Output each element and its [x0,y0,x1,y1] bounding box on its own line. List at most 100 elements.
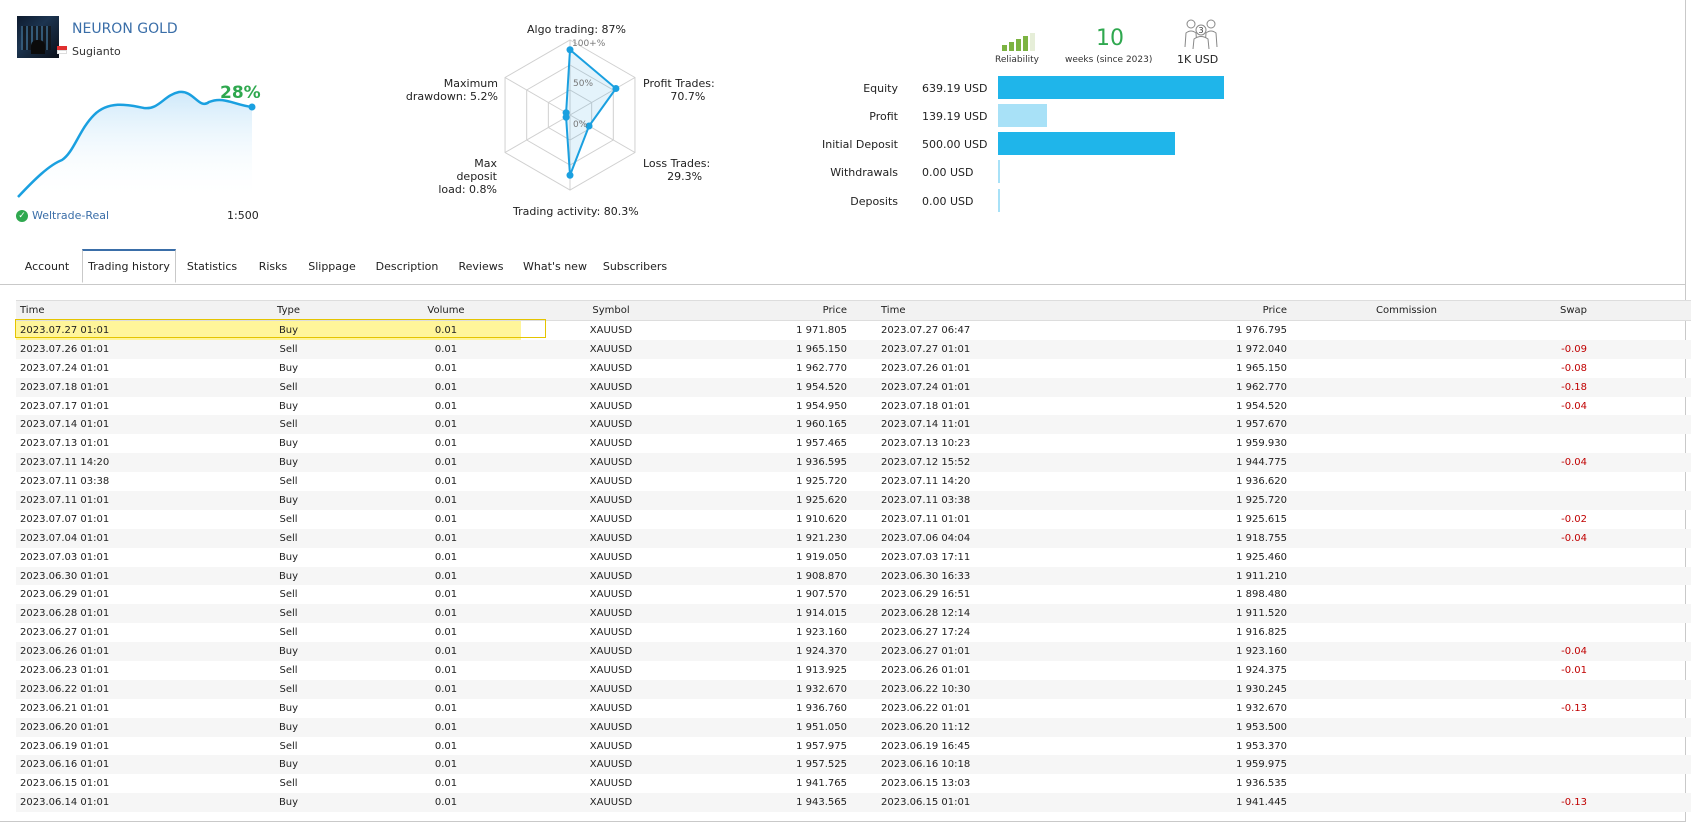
table-row[interactable]: 2023.07.24 01:01 Buy 0.01 XAUUSD 1 962.770 20… [16,359,1691,378]
table-cell: 1 936.595 [701,453,851,473]
table-cell [1291,623,1441,642]
table-row[interactable]: 2023.06.23 01:01 Sell 0.01 XAUUSD 1 913.925 2… [16,661,1691,680]
table-row[interactable]: 2023.07.07 01:01 Sell 0.01 XAUUSD 1 910.620 2… [16,510,1691,529]
tab-account[interactable]: Account [16,249,78,284]
bar-value-withdrawals: 0.00 USD [922,166,974,179]
table-cell: 1 962.770 [796,362,847,374]
table-cell: XAUUSD [589,589,633,601]
column-header-price[interactable]: Price [701,300,851,321]
table-cell: 1 960.165 [701,415,851,435]
table-cell: 1 908.870 [701,566,851,586]
table-cell: -0.18 [1441,377,1591,397]
table-row[interactable]: 2023.06.20 01:01 Buy 0.01 XAUUSD 1 951.050 20… [16,717,1691,737]
table-row[interactable]: 2023.07.17 01:01 Buy 0.01 XAUUSD 1 954.950 20… [16,397,1691,416]
bar-equity [998,76,1224,99]
column-header-commission[interactable]: Commission [1291,300,1441,321]
tab-subscribers[interactable]: Subscribers [597,249,673,284]
tab-statistics[interactable]: Statistics [177,249,247,284]
tab-reviews[interactable]: Reviews [449,249,513,284]
subscribers-icon[interactable]: 3 [1183,17,1219,49]
column-header-time[interactable]: Time [851,300,1001,321]
table-row[interactable]: 2023.06.29 01:01 Sell 0.01 XAUUSD 1 907.570 2… [16,585,1691,604]
table-cell: 0.01 [434,438,458,450]
table-cell: 1 925.615 [1236,513,1287,525]
table-cell: 0.01 [371,339,521,359]
signal-avatar[interactable] [17,16,59,58]
table-cell: 2023.07.11 14:20 [16,453,206,473]
radar-label-loss-trades: Loss Trades: 29.3% [643,157,711,183]
table-cell: 1 962.770 [1001,377,1291,397]
table-cell: Buy [206,453,371,473]
broker-server[interactable]: ✓ Weltrade-Real [16,209,109,222]
reliability-icon[interactable] [1002,31,1035,51]
table-row[interactable]: 2023.07.11 03:38 Sell 0.01 XAUUSD 1 925.720 2… [16,472,1691,491]
growth-end-point [248,103,256,111]
table-cell: 1 957.525 [701,755,851,775]
table-cell: 1 932.670 [1236,702,1287,714]
table-cell: -8.25 [1591,377,1691,397]
table-row[interactable]: 2023.07.04 01:01 Sell 0.01 XAUUSD 1 921.230 2… [16,528,1691,548]
table-row[interactable]: 2023.06.30 01:01 Buy 0.01 XAUUSD 1 908.870 20… [16,566,1691,586]
tab-description[interactable]: Description [367,249,447,284]
table-cell: 2023.06.27 17:24 [881,627,971,639]
table-cell [1291,377,1441,397]
table-row[interactable]: 2023.06.27 01:01 Sell 0.01 XAUUSD 1 923.160 2… [16,623,1691,642]
table-row[interactable]: 2023.06.16 01:01 Buy 0.01 XAUUSD 1 957.525 20… [16,755,1691,775]
table-row[interactable]: 2023.06.15 01:01 Sell 0.01 XAUUSD 1 941.765 2… [16,774,1691,793]
table-cell: 2023.06.14 01:01 [16,793,206,813]
table-cell: XAUUSD [521,679,701,699]
column-header-price[interactable]: Price [1001,300,1291,321]
tab-trading-history[interactable]: Trading history [82,249,176,283]
table-row[interactable]: 2023.07.26 01:01 Sell 0.01 XAUUSD 1 965.150 2… [16,339,1691,359]
table-row[interactable]: 2023.06.14 01:01 Buy 0.01 XAUUSD 1 943.565 20… [16,793,1691,813]
table-row[interactable]: 2023.06.26 01:01 Buy 0.01 XAUUSD 1 924.370 20… [16,642,1691,662]
table-cell [1291,339,1441,359]
column-header-profit[interactable]: Profit [1591,300,1691,321]
table-row[interactable]: 2023.07.18 01:01 Sell 0.01 XAUUSD 1 954.520 2… [16,377,1691,397]
table-cell: 1 936.760 [796,702,847,714]
column-header-symbol[interactable]: Symbol [521,300,701,321]
table-cell: 0.01 [434,513,458,525]
tab-what-s-new[interactable]: What's new [516,249,594,284]
tab-risks[interactable]: Risks [249,249,297,284]
table-cell: Sell [206,679,371,699]
broker-name[interactable]: Weltrade-Real [32,209,109,222]
table-cell: 0.01 [434,362,458,374]
signal-title[interactable]: NEURON GOLD [72,21,178,37]
table-cell: 0.01 [371,793,521,813]
table-cell [1291,548,1441,567]
table-cell: 2023.07.24 01:01 [20,362,110,374]
weeks-value: 10 [1096,26,1124,51]
radar-axis [504,114,571,153]
table-cell: 1 951.050 [701,717,851,737]
table-cell: 2023.06.22 01:01 [881,702,971,714]
column-header-swap[interactable]: Swap [1441,300,1591,321]
table-cell: 1 918.755 [1001,528,1291,548]
table-cell: 0.10 [1591,491,1691,510]
table-cell: 1 924.375 [1236,664,1287,676]
table-cell: 0.01 [371,679,521,699]
column-header-type[interactable]: Type [206,300,371,321]
table-row[interactable]: 2023.07.13 01:01 Buy 0.01 XAUUSD 1 957.465 20… [16,434,1691,453]
table-row[interactable]: 2023.06.22 01:01 Sell 0.01 XAUUSD 1 932.670 2… [16,679,1691,699]
table-cell: -0.08 [1561,362,1587,374]
table-cell: 1 944.775 [1001,453,1291,473]
column-header-volume[interactable]: Volume [371,300,521,321]
table-row[interactable]: 2023.06.28 01:01 Sell 0.01 XAUUSD 1 914.015 2… [16,604,1691,624]
table-row[interactable]: 2023.06.19 01:01 Sell 0.01 XAUUSD 1 957.975 2… [16,737,1691,756]
table-row[interactable]: 2023.07.11 01:01 Buy 0.01 XAUUSD 1 925.620 20… [16,491,1691,510]
tab-slippage[interactable]: Slippage [300,249,364,284]
tab-bar: Account Trading history Statistics Risks Sli… [0,249,1686,285]
table-cell: XAUUSD [521,566,701,586]
column-header-time[interactable]: Time [16,300,206,321]
table-cell: 2023.07.18 01:01 [16,377,206,397]
table-cell: 0.01 [371,717,521,737]
table-row[interactable]: 2023.07.03 01:01 Buy 0.01 XAUUSD 1 919.050 20… [16,548,1691,567]
table-row[interactable]: 2023.07.14 01:01 Sell 0.01 XAUUSD 1 960.165 2… [16,415,1691,435]
table-row[interactable]: 2023.07.27 01:01 Buy 0.01 XAUUSD 1 971.805 20… [16,320,1691,340]
signal-author[interactable]: Sugianto [72,45,121,58]
table-cell: 1 932.670 [701,679,851,699]
table-row[interactable]: 2023.07.11 14:20 Buy 0.01 XAUUSD 1 936.595 20… [16,453,1691,473]
table-row[interactable]: 2023.06.21 01:01 Buy 0.01 XAUUSD 1 936.760 20… [16,699,1691,718]
bar-value-equity: 639.19 USD [922,82,988,95]
